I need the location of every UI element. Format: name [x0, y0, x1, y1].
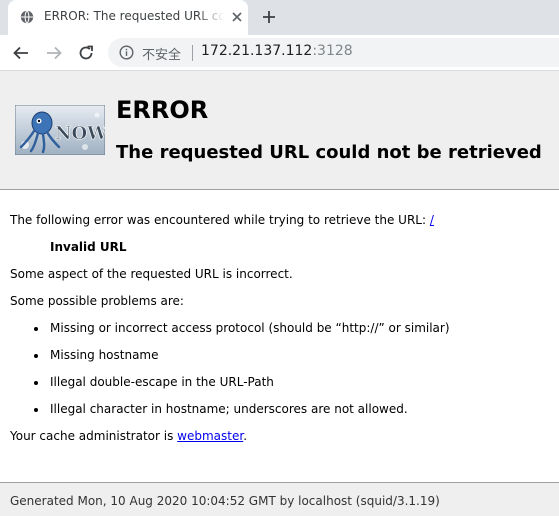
- browser-window: ERROR: The requested URL could not be re…: [0, 0, 559, 516]
- intro-line: The following error was encountered whil…: [10, 213, 434, 228]
- page-subtitle: The requested URL could not be retrieved: [116, 142, 542, 163]
- back-arrow-icon[interactable]: [12, 44, 30, 62]
- security-label[interactable]: 不安全: [142, 44, 181, 63]
- toolbar: 不安全 172.21.137.112:3128: [0, 35, 559, 71]
- separator: [192, 45, 193, 61]
- list-item: Missing hostname: [34, 348, 159, 363]
- intro-text: The following error was encountered whil…: [10, 213, 430, 227]
- url-text[interactable]: 172.21.137.112:3128: [201, 43, 353, 59]
- list-item: Illegal double-escape in the URL-Path: [34, 375, 274, 390]
- globe-icon: [20, 10, 34, 24]
- tab-strip: ERROR: The requested URL could not be re…: [0, 0, 559, 35]
- problems-intro: Some possible problems are:: [10, 294, 184, 308]
- error-description: Some aspect of the requested URL is inco…: [10, 267, 293, 281]
- url-port: :3128: [312, 43, 353, 59]
- intro-url-link[interactable]: /: [430, 213, 434, 227]
- webmaster-link[interactable]: webmaster: [177, 429, 243, 443]
- close-icon[interactable]: [231, 11, 243, 23]
- admin-suffix: .: [243, 429, 248, 443]
- footer-text: Generated Mon, 10 Aug 2020 10:04:52 GMT …: [10, 494, 440, 508]
- admin-text: Your cache administrator is: [10, 429, 178, 443]
- list-item: Illegal character in hostname; underscor…: [34, 402, 408, 417]
- tab-title: ERROR: The requested URL could not be re…: [44, 9, 224, 23]
- tab-active[interactable]: ERROR: The requested URL could not be re…: [8, 0, 248, 35]
- footer: Generated Mon, 10 Aug 2020 10:04:52 GMT …: [0, 482, 559, 516]
- address-bar[interactable]: 不安全 172.21.137.112:3128: [108, 38, 559, 67]
- admin-line: Your cache administrator is webmaster.: [10, 429, 247, 444]
- logo-text: NOW: [55, 123, 105, 144]
- forward-arrow-icon[interactable]: [45, 44, 63, 62]
- url-host: 172.21.137.112: [201, 43, 313, 59]
- error-name: Invalid URL: [50, 240, 127, 254]
- info-icon[interactable]: [119, 45, 134, 60]
- page-content: NOW ERROR The requested URL could not be…: [0, 71, 559, 516]
- squid-logo: NOW: [15, 105, 105, 155]
- error-header: NOW ERROR The requested URL could not be…: [0, 71, 559, 190]
- reload-icon[interactable]: [77, 44, 95, 62]
- plus-icon[interactable]: [261, 9, 277, 25]
- list-item: Missing or incorrect access protocol (sh…: [34, 321, 450, 336]
- page-title: ERROR: [116, 96, 209, 124]
